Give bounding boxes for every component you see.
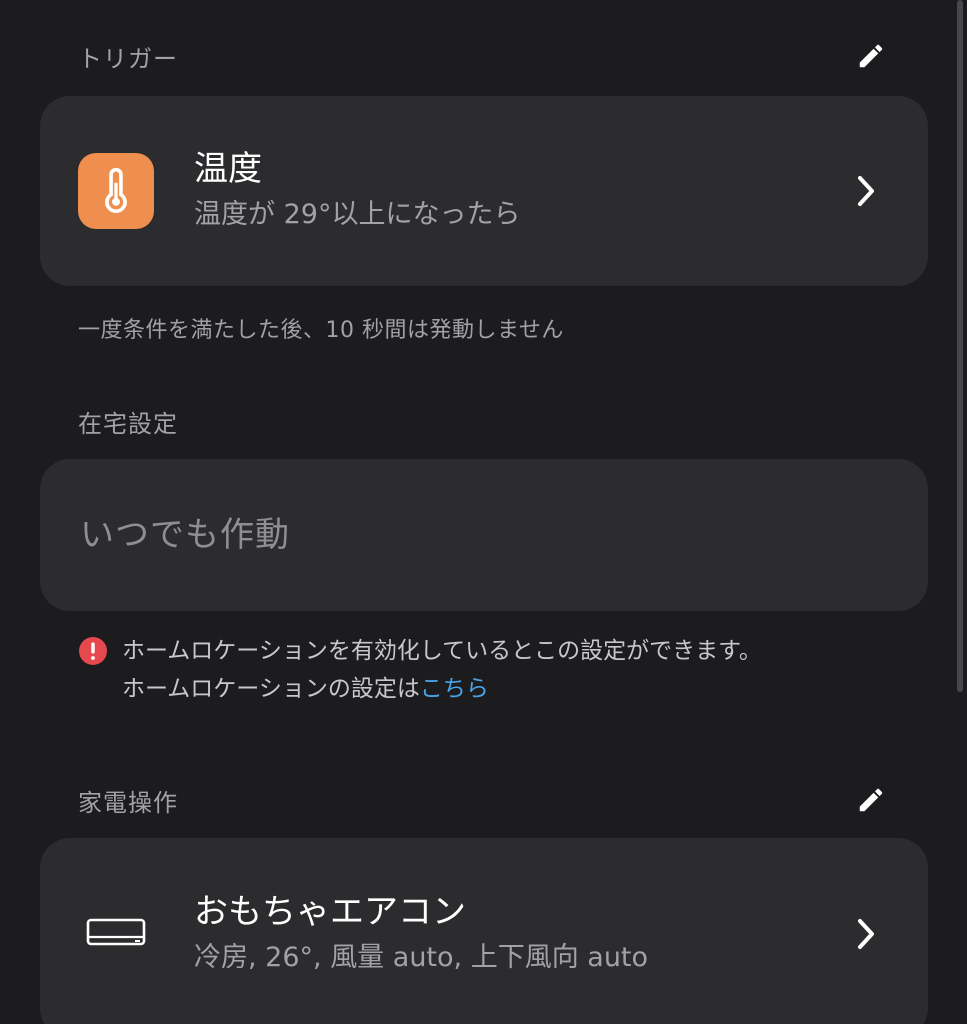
trigger-section-title: トリガー	[78, 44, 178, 73]
presence-card: いつでも作動	[40, 459, 928, 611]
appliance-section-header: 家電操作	[78, 782, 889, 818]
appliance-card[interactable]: おもちゃエアコン 冷房, 26°, 風量 auto, 上下風向 auto	[40, 838, 928, 1024]
presence-section-header: 在宅設定	[78, 404, 889, 439]
warning-text: ホームロケーションを有効化しているとこの設定ができます。 ホームロケーションの設…	[122, 632, 762, 708]
home-location-link[interactable]: こちら	[420, 676, 489, 702]
appliance-section-title: 家電操作	[78, 788, 178, 817]
presence-value: いつでも作動	[80, 515, 290, 555]
warning-line-2-text: ホームロケーションの設定は	[122, 676, 420, 702]
trigger-subtitle: 温度が 29°以上になったら	[194, 199, 521, 230]
appliance-title: おもちゃエアコン	[194, 892, 466, 932]
appliance-text: おもちゃエアコン 冷房, 26°, 風量 auto, 上下風向 auto	[194, 890, 852, 978]
trigger-card[interactable]: 温度 温度が 29°以上になったら	[40, 96, 928, 286]
trigger-row[interactable]: 温度 温度が 29°以上になったら	[40, 96, 928, 286]
chevron-right-icon	[852, 171, 880, 211]
warning-icon	[79, 637, 107, 665]
scrollbar[interactable]	[957, 0, 963, 692]
chevron-right-icon	[852, 914, 880, 954]
appliance-subtitle: 冷房, 26°, 風量 auto, 上下風向 auto	[194, 942, 649, 973]
appliance-edit-icon[interactable]	[853, 782, 889, 818]
warning-line-2: ホームロケーションの設定はこちら	[122, 670, 762, 708]
thermometer-icon	[78, 153, 154, 229]
air-conditioner-icon	[78, 896, 154, 972]
appliance-row[interactable]: おもちゃエアコン 冷房, 26°, 風量 auto, 上下風向 auto	[40, 838, 928, 1024]
presence-warning: ホームロケーションを有効化しているとこの設定ができます。 ホームロケーションの設…	[78, 632, 858, 708]
warning-line-1: ホームロケーションを有効化しているとこの設定ができます。	[122, 638, 762, 664]
trigger-edit-icon[interactable]	[853, 38, 889, 74]
automation-edit-screen: トリガー 温度 温度が 29°以上になったら 一度条件を満たした後、10 秒間は…	[0, 0, 967, 1024]
trigger-note: 一度条件を満たした後、10 秒間は発動しません	[78, 318, 564, 343]
presence-section-title: 在宅設定	[78, 410, 178, 438]
trigger-title: 温度	[194, 149, 262, 189]
trigger-text: 温度 温度が 29°以上になったら	[194, 147, 852, 235]
trigger-section-header: トリガー	[78, 38, 889, 74]
